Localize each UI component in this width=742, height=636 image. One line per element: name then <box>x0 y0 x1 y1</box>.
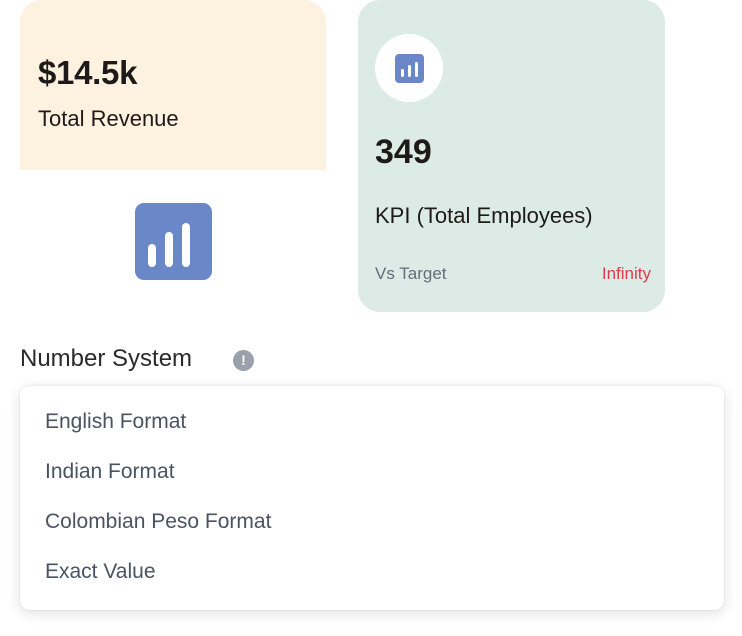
kpi-target-value: Infinity <box>601 264 651 283</box>
revenue-label: Total Revenue <box>38 106 179 131</box>
bar-chart-icon[interactable] <box>135 203 212 280</box>
dropdown-option-english[interactable]: English Format <box>45 410 186 434</box>
kpi-label: KPI (Total Employees) <box>375 203 593 228</box>
kpi-vs-target-label: Vs Target <box>375 264 447 283</box>
dropdown-option-colombian-peso[interactable]: Colombian Peso Format <box>45 510 271 534</box>
chart-bar <box>148 244 156 267</box>
chart-bar <box>182 223 190 267</box>
kpi-card[interactable]: 349 KPI (Total Employees) Vs Target Infi… <box>358 0 665 312</box>
number-system-dropdown[interactable]: English Format Indian Format Colombian P… <box>20 386 724 610</box>
kpi-value: 349 <box>375 133 432 171</box>
dropdown-option-exact-value[interactable]: Exact Value <box>45 560 156 584</box>
chart-bar <box>408 65 411 77</box>
number-system-label: Number System <box>20 345 193 372</box>
bar-chart-icon <box>395 54 424 83</box>
chart-bar <box>401 69 404 77</box>
chart-bar <box>165 232 173 267</box>
chart-bar <box>415 62 418 77</box>
info-icon[interactable]: ! <box>233 350 254 371</box>
dropdown-option-indian[interactable]: Indian Format <box>45 460 175 484</box>
revenue-card[interactable]: $14.5k Total Revenue <box>20 0 326 170</box>
revenue-value: $14.5k <box>38 54 138 91</box>
kpi-icon-badge <box>375 34 443 102</box>
